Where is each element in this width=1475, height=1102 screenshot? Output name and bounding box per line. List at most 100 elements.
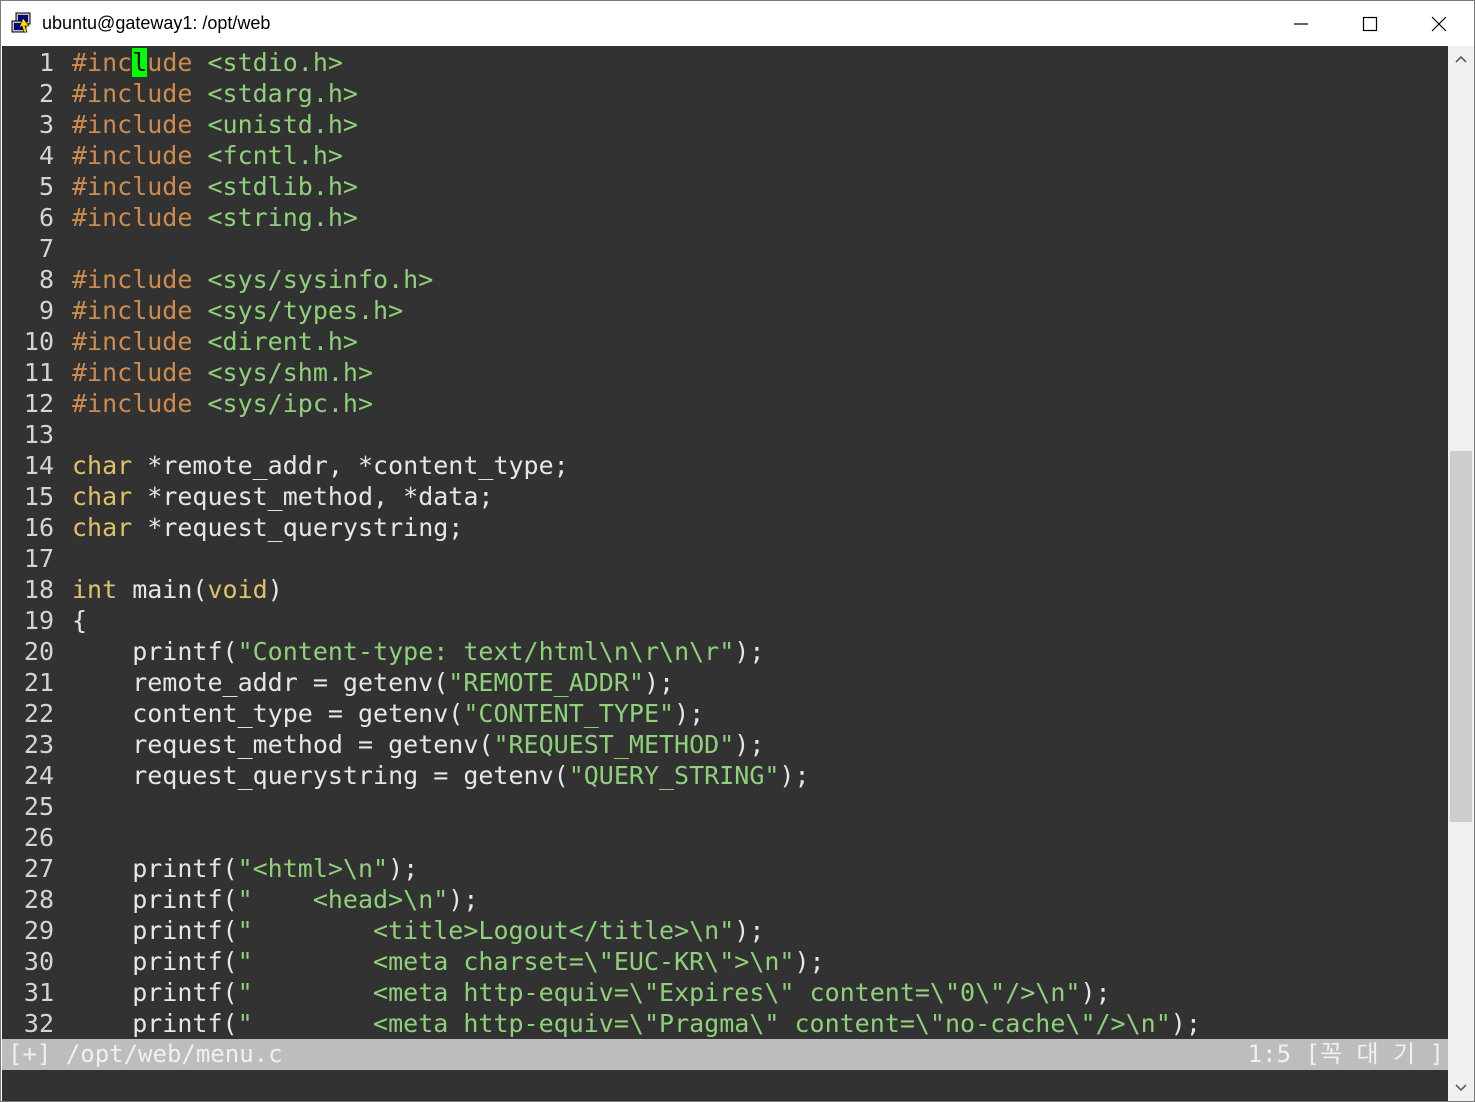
code-token: <string.h>: [192, 203, 358, 232]
line-number: 11: [23, 358, 54, 387]
window-title: ubuntu@gateway1: /opt/web: [42, 13, 271, 33]
minimize-button[interactable]: [1266, 1, 1336, 46]
code-line[interactable]: 1 #include <stdio.h>: [2, 47, 343, 78]
code-token: );: [643, 668, 675, 697]
maximize-button[interactable]: [1335, 1, 1405, 46]
code-token: ude: [147, 48, 193, 77]
code-line[interactable]: 5 #include <stdlib.h>: [2, 171, 358, 202]
code-line[interactable]: 17: [2, 543, 72, 574]
vim-status-line: [+] /opt/web/menu.c 1:5 [꼭 대 기 ]: [2, 1039, 1448, 1070]
code-token: <stdio.h>: [192, 48, 343, 77]
line-number: 2: [38, 79, 54, 108]
code-token: "REMOTE_ADDR": [448, 668, 644, 697]
code-token: #include: [72, 79, 193, 108]
maximize-icon: [1362, 16, 1378, 31]
code-token: *remote_addr, *content_type;: [132, 451, 569, 480]
scroll-down-arrow-icon: [1455, 1084, 1467, 1092]
code-line[interactable]: 24 request_querystring = getenv("QUERY_S…: [2, 760, 810, 791]
close-icon: [1431, 16, 1447, 31]
code-token: );: [734, 730, 765, 759]
code-line[interactable]: 28 printf(" <head>\n");: [2, 884, 479, 915]
code-line[interactable]: 15 char *request_method, *data;: [2, 481, 494, 512]
code-token: {: [72, 606, 88, 635]
close-button[interactable]: [1404, 1, 1474, 46]
code-token: "CONTENT_TYPE": [463, 699, 675, 728]
code-line[interactable]: 19 {: [2, 605, 87, 636]
code-line[interactable]: 13: [2, 419, 72, 450]
code-line[interactable]: 14 char *remote_addr, *content_type;: [2, 450, 569, 481]
code-token: remote_addr = getenv(: [72, 668, 449, 697]
code-line[interactable]: 27 printf("<html>\n");: [2, 853, 418, 884]
code-token: char: [72, 482, 133, 511]
code-line[interactable]: 16 char *request_querystring;: [2, 512, 463, 543]
code-line[interactable]: 3 #include <unistd.h>: [2, 109, 358, 140]
code-line[interactable]: 2 #include <stdarg.h>: [2, 78, 358, 109]
code-line[interactable]: 31 printf(" <meta http-equiv=\"Expires\"…: [2, 977, 1111, 1008]
code-token: <fcntl.h>: [192, 141, 343, 170]
line-number: 10: [23, 327, 54, 356]
line-number: 5: [38, 172, 54, 201]
code-token: " <meta http-equiv=\"Expires\" content=\…: [237, 978, 1081, 1007]
scroll-down-button[interactable]: [1448, 1075, 1474, 1101]
code-token: " <title>Logout</title>\n": [237, 916, 735, 945]
line-number: 9: [38, 296, 54, 325]
code-token: " <meta charset=\"EUC-KR\">\n": [237, 947, 795, 976]
minimize-icon: [1294, 22, 1308, 25]
terminal-area[interactable]: 1 #include <stdio.h> 2 #include <stdarg.h> 3…: [2, 46, 1448, 1101]
code-token: "REQUEST_METHOD": [493, 730, 735, 759]
code-line[interactable]: 11 #include <sys/shm.h>: [2, 357, 373, 388]
code-line[interactable]: 25: [2, 791, 72, 822]
line-number: 12: [23, 389, 54, 418]
code-token: " <head>\n": [237, 885, 449, 914]
scroll-up-arrow-icon: [1455, 55, 1467, 63]
code-token: <unistd.h>: [192, 110, 358, 139]
vertical-scrollbar[interactable]: [1448, 46, 1474, 1101]
code-token: #inc: [72, 48, 133, 77]
code-token: printf(: [72, 885, 238, 914]
code-line[interactable]: 26: [2, 822, 72, 853]
code-token: #include: [72, 389, 193, 418]
line-number: 14: [23, 451, 54, 480]
line-number: 23: [23, 730, 54, 759]
code-line[interactable]: 20 printf("Content-type: text/html\n\r\n…: [2, 636, 765, 667]
line-number: 6: [38, 203, 54, 232]
status-filename: [+] /opt/web/menu.c: [8, 1040, 283, 1068]
code-token: <sys/sysinfo.h>: [192, 265, 434, 294]
text-cursor: l: [132, 48, 148, 77]
code-line[interactable]: 18 int main(void): [2, 574, 283, 605]
code-line[interactable]: 7: [2, 233, 72, 264]
code-token: #include: [72, 327, 193, 356]
code-token: );: [794, 947, 825, 976]
code-token: );: [779, 761, 810, 790]
code-line[interactable]: 6 #include <string.h>: [2, 202, 358, 233]
code-token: #include: [72, 358, 193, 387]
command-line[interactable]: [2, 1070, 1448, 1101]
code-line[interactable]: 23 request_method = getenv("REQUEST_METH…: [2, 729, 764, 760]
line-number: 17: [23, 544, 54, 573]
code-line[interactable]: 4 #include <fcntl.h>: [2, 140, 343, 171]
code-line[interactable]: 30 printf(" <meta charset=\"EUC-KR\">\n"…: [2, 946, 825, 977]
code-token: #include: [72, 172, 193, 201]
code-line[interactable]: 29 printf(" <title>Logout</title>\n");: [2, 915, 765, 946]
code-token: "QUERY_STRING": [568, 761, 780, 790]
code-token: printf(: [72, 947, 238, 976]
title-bar[interactable]: ubuntu@gateway1: /opt/web: [1, 1, 1474, 46]
code-token: "<html>\n": [237, 854, 389, 883]
code-token: );: [448, 885, 479, 914]
code-token: printf(: [72, 1009, 238, 1038]
code-line[interactable]: 21 remote_addr = getenv("REMOTE_ADDR");: [2, 667, 674, 698]
code-token: request_querystring = getenv(: [72, 761, 569, 790]
code-line[interactable]: 12 #include <sys/ipc.h>: [2, 388, 373, 419]
code-token: #include: [72, 296, 193, 325]
scroll-thumb[interactable]: [1450, 451, 1472, 823]
code-token: void: [207, 575, 268, 604]
code-line[interactable]: 22 content_type = getenv("CONTENT_TYPE")…: [2, 698, 704, 729]
code-line[interactable]: 10 #include <dirent.h>: [2, 326, 358, 357]
code-line[interactable]: 8 #include <sys/sysinfo.h>: [2, 264, 433, 295]
scroll-up-button[interactable]: [1448, 46, 1474, 72]
code-line[interactable]: 9 #include <sys/types.h>: [2, 295, 403, 326]
code-token: <stdlib.h>: [192, 172, 358, 201]
code-line[interactable]: 32 printf(" <meta http-equiv=\"Pragma\" …: [2, 1008, 1201, 1039]
line-number: 20: [23, 637, 54, 666]
code-token: *request_querystring;: [132, 513, 464, 542]
